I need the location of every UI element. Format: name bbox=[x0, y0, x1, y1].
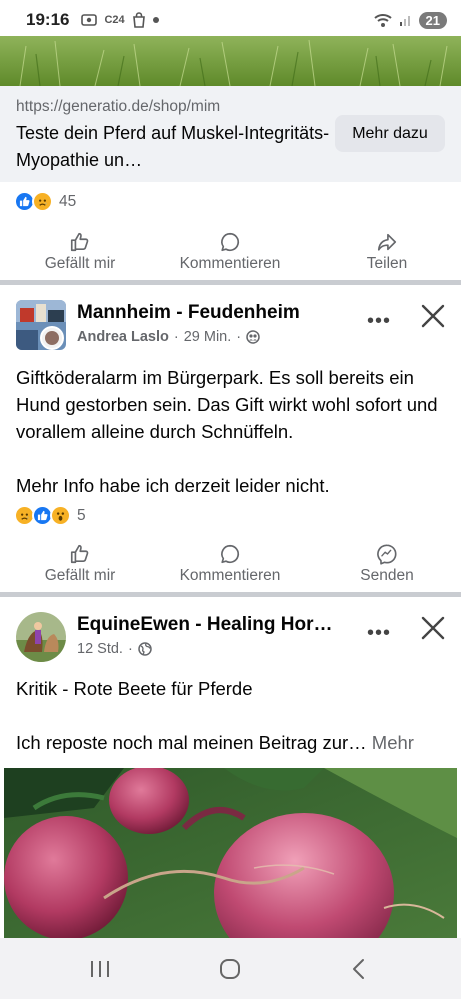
group-avatar[interactable] bbox=[16, 300, 66, 350]
battery-indicator: 21 bbox=[418, 11, 447, 29]
signal-icon bbox=[399, 16, 410, 26]
ad-image[interactable] bbox=[0, 36, 461, 86]
like-label: Gefällt mir bbox=[44, 567, 116, 584]
post-text: Giftköderalarm im Bürgerpark. Es soll be… bbox=[16, 364, 446, 499]
send-button[interactable]: Senden bbox=[317, 543, 457, 585]
close-icon[interactable] bbox=[419, 614, 447, 642]
c24-badge: C24 bbox=[104, 14, 125, 26]
thumbs-up-icon bbox=[70, 232, 89, 252]
author-name[interactable]: Andrea Laslo bbox=[77, 329, 169, 345]
clock: 19:16 bbox=[26, 10, 70, 29]
page-avatar[interactable] bbox=[16, 612, 66, 662]
post-divider bbox=[0, 592, 461, 597]
comment-button[interactable]: Kommentieren bbox=[160, 231, 300, 273]
comment-label: Kommentieren bbox=[179, 567, 281, 584]
post-header: EquineEwen - Healing Hor… 12 Std. · ••• bbox=[0, 612, 461, 672]
reaction-summary[interactable]: 45 bbox=[14, 191, 76, 212]
more-options-icon[interactable]: ••• bbox=[367, 310, 391, 333]
post-text-line: Ich reposte noch mal meinen Beitrag zur…… bbox=[16, 729, 446, 756]
back-icon[interactable] bbox=[344, 956, 374, 982]
reaction-count: 5 bbox=[77, 506, 86, 524]
post-image[interactable] bbox=[4, 768, 457, 938]
post-meta: 12 Std. · bbox=[77, 641, 152, 657]
comment-label: Kommentieren bbox=[179, 255, 281, 272]
post-text-line: Kritik - Rote Beete für Pferde bbox=[16, 678, 253, 699]
sad-reaction-icon bbox=[32, 191, 53, 212]
close-icon[interactable] bbox=[419, 302, 447, 330]
share-label: Teilen bbox=[366, 255, 408, 272]
post-meta: Andrea Laslo · 29 Min. · bbox=[77, 329, 260, 345]
post-header: Mannheim - Feudenheim Andrea Laslo · 29 … bbox=[0, 300, 461, 360]
wifi-icon bbox=[373, 14, 392, 27]
screenshot-icon bbox=[81, 14, 98, 26]
post-divider bbox=[0, 280, 461, 285]
send-label: Senden bbox=[360, 567, 414, 584]
system-navigation-bar bbox=[0, 938, 461, 999]
wow-reaction-icon bbox=[50, 505, 71, 526]
ad-link-preview[interactable]: https://generatio.de/shop/mim Teste dein… bbox=[0, 86, 461, 182]
bag-icon bbox=[132, 12, 145, 28]
post-action-bar: Gefällt mir Kommentieren Teilen bbox=[0, 231, 461, 281]
notification-dot-icon bbox=[152, 17, 159, 23]
post-action-bar: Gefällt mir Kommentieren Senden bbox=[0, 543, 461, 593]
ad-title[interactable]: Teste dein Pferd auf Muskel-Integritäts-… bbox=[16, 120, 336, 174]
reaction-summary[interactable]: 5 bbox=[14, 505, 86, 526]
status-bar: 19:16 C24 21 bbox=[0, 0, 461, 40]
comment-bubble-icon bbox=[221, 232, 240, 252]
comment-bubble-icon bbox=[221, 544, 240, 564]
comment-button[interactable]: Kommentieren bbox=[160, 543, 300, 585]
ad-url: https://generatio.de/shop/mim bbox=[16, 98, 221, 115]
share-button[interactable]: Teilen bbox=[317, 231, 457, 273]
learn-more-button[interactable]: Mehr dazu bbox=[335, 115, 445, 152]
post-time[interactable]: 29 Min. bbox=[184, 329, 232, 345]
share-arrow-icon bbox=[377, 233, 397, 251]
globe-icon bbox=[138, 642, 152, 656]
post-text: Kritik - Rote Beete für Pferde Ich repos… bbox=[16, 675, 446, 756]
messenger-icon bbox=[377, 544, 397, 565]
post-text-truncated: Ich reposte noch mal meinen Beitrag zur… bbox=[16, 732, 367, 753]
see-more-link[interactable]: Mehr bbox=[372, 732, 414, 753]
post-text-line: Mehr Info habe ich derzeit leider nicht. bbox=[16, 475, 330, 496]
home-icon[interactable] bbox=[215, 956, 245, 982]
recent-apps-icon[interactable] bbox=[85, 956, 115, 982]
more-options-icon[interactable]: ••• bbox=[367, 622, 391, 645]
reaction-count: 45 bbox=[59, 192, 77, 210]
thumbs-up-icon bbox=[70, 544, 89, 564]
post-text-line: Giftköderalarm im Bürgerpark. Es soll be… bbox=[16, 367, 438, 442]
group-audience-icon bbox=[246, 330, 260, 344]
post-time[interactable]: 12 Std. bbox=[77, 641, 123, 657]
group-name[interactable]: Mannheim - Feudenheim bbox=[77, 302, 300, 324]
like-button[interactable]: Gefällt mir bbox=[10, 231, 150, 273]
page-name[interactable]: EquineEwen - Healing Hor… bbox=[77, 614, 332, 636]
like-button[interactable]: Gefällt mir bbox=[10, 543, 150, 585]
like-label: Gefällt mir bbox=[44, 255, 116, 272]
